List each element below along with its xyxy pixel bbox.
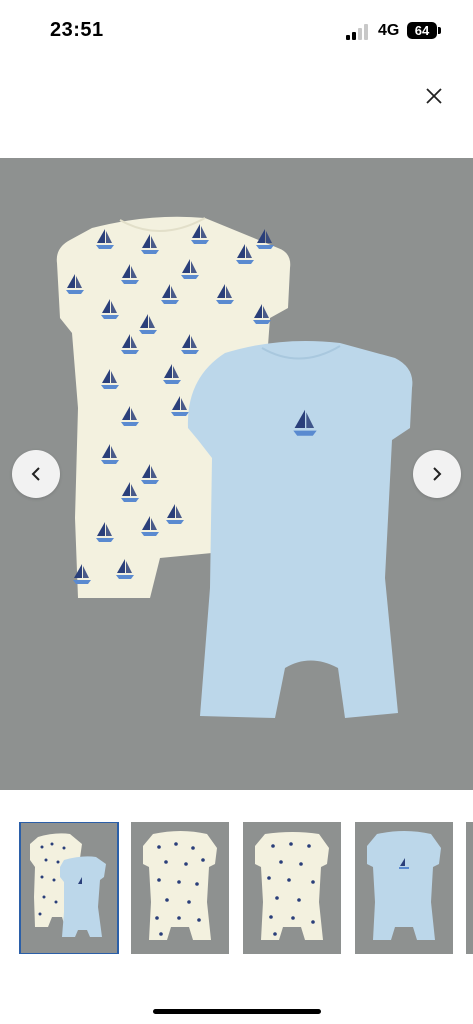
product-main-image[interactable] <box>0 158 473 790</box>
next-image-button[interactable] <box>413 450 461 498</box>
thumbnail-2[interactable] <box>131 822 229 954</box>
thumbnail-cream-romper <box>143 831 217 940</box>
thumbnail-romper-set <box>30 833 106 937</box>
previous-image-button[interactable] <box>12 450 60 498</box>
thumbnail-5[interactable] <box>466 822 473 954</box>
network-type: 4G <box>378 22 400 39</box>
home-indicator <box>153 1009 321 1014</box>
status-time: 23:51 <box>50 19 104 41</box>
blue-romper <box>187 340 413 718</box>
status-bar: 23:51 4G 64 <box>0 0 473 62</box>
thumbnail-4[interactable] <box>355 822 453 954</box>
thumbnail-blue-romper <box>367 831 441 940</box>
close-icon <box>426 88 442 104</box>
thumbnail-strip <box>0 822 473 954</box>
chevron-right-icon <box>433 467 442 481</box>
thumbnail-1[interactable] <box>19 822 119 954</box>
battery-icon: 64 <box>407 22 437 39</box>
thumbnail-cream-romper-back <box>255 832 329 940</box>
battery-cap <box>438 27 441 34</box>
romper-set-illustration <box>56 216 413 718</box>
signal-icon <box>346 24 368 40</box>
thumbnail-3[interactable] <box>243 822 341 954</box>
chevron-left-icon <box>31 467 40 481</box>
close-button[interactable] <box>420 82 448 110</box>
